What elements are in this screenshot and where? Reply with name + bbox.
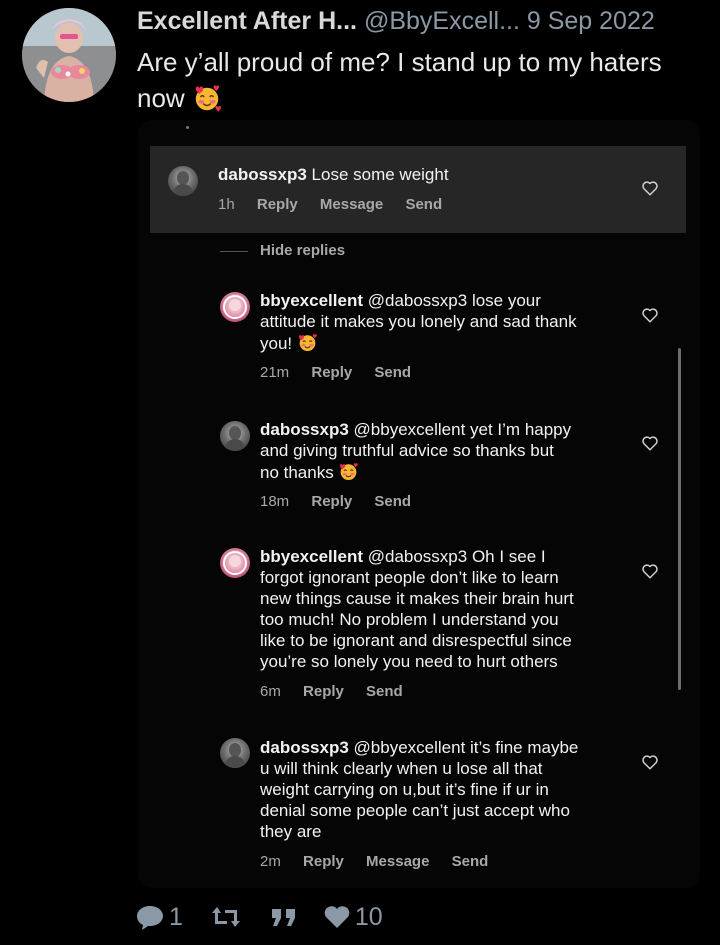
reply-time: 2m bbox=[260, 853, 281, 870]
divider-line bbox=[220, 251, 248, 252]
reply-icon bbox=[137, 906, 163, 930]
tweet-header: Excellent After H... @BbyExcell... 9 Sep… bbox=[137, 6, 710, 36]
heart-icon bbox=[324, 906, 350, 928]
comment-text: dabossxp3 Lose some weight bbox=[218, 164, 618, 185]
heart-icon[interactable] bbox=[641, 753, 659, 771]
smiling-face-with-hearts-icon bbox=[192, 83, 222, 113]
heart-icon[interactable] bbox=[641, 306, 659, 324]
tweet-avatar[interactable] bbox=[22, 8, 116, 102]
reply-action[interactable]: 1 bbox=[135, 903, 183, 932]
reply-line: you! bbox=[260, 334, 293, 353]
display-name[interactable]: Excellent After H... bbox=[137, 7, 357, 35]
reply-count: 1 bbox=[169, 902, 183, 931]
reply-time: 21m bbox=[260, 364, 290, 381]
reply-line: they are bbox=[260, 822, 322, 841]
reply-text: dabossxp3 @bbyexcellent it’s fine maybe … bbox=[260, 737, 670, 842]
reply-line: new things cause it makes their brain hu… bbox=[260, 589, 574, 608]
reply-time: 18m bbox=[260, 493, 290, 510]
message-button[interactable]: Message bbox=[320, 196, 383, 213]
reply-line: @dabossxp3 lose your bbox=[367, 291, 541, 310]
heart-icon[interactable] bbox=[641, 179, 659, 197]
heart-icon[interactable] bbox=[641, 434, 659, 452]
reply-username[interactable]: dabossxp3 bbox=[260, 738, 349, 757]
send-button[interactable]: Send bbox=[452, 853, 489, 870]
tweet-date[interactable]: 9 Sep 2022 bbox=[527, 7, 655, 35]
reply-username[interactable]: bbyexcellent bbox=[260, 291, 363, 310]
reply-text: bbyexcellent @dabossxp3 lose your attitu… bbox=[260, 290, 660, 354]
smiling-face-with-hearts-icon bbox=[297, 332, 318, 353]
retweet-action[interactable] bbox=[211, 904, 241, 930]
comment-highlight: dabossxp3 Lose some weight 1h Reply Mess… bbox=[150, 146, 686, 233]
reply-avatar[interactable] bbox=[220, 292, 250, 322]
smiling-face-with-hearts-icon bbox=[338, 461, 359, 482]
reply-line: u will think clearly when u lose all tha… bbox=[260, 759, 543, 778]
reply-line: and giving truthful advice so thanks but bbox=[260, 441, 554, 460]
reply-line: denial some people can’t just accept who bbox=[260, 801, 570, 820]
reply-button[interactable]: Reply bbox=[303, 683, 344, 700]
reply-line: attitude it makes you lonely and sad tha… bbox=[260, 312, 577, 331]
reply-meta: 6m Reply Send bbox=[260, 683, 421, 701]
like-action[interactable]: 10 bbox=[323, 903, 383, 932]
tweet-action-bar: 1 10 bbox=[135, 900, 383, 934]
reply-avatar[interactable] bbox=[220, 548, 250, 578]
message-button[interactable]: Message bbox=[366, 853, 429, 870]
user-handle[interactable]: @BbyExcell... bbox=[364, 7, 520, 35]
quote-icon bbox=[271, 909, 295, 926]
reply-line: @bbyexcellent it’s fine maybe bbox=[353, 738, 579, 757]
like-count: 10 bbox=[354, 902, 383, 931]
quote-action[interactable] bbox=[269, 905, 299, 929]
reply-line: like to be ignorant and disrespectful si… bbox=[260, 631, 572, 650]
scrollbar[interactable] bbox=[678, 348, 681, 690]
reply-username[interactable]: dabossxp3 bbox=[260, 420, 349, 439]
reply-meta: 2m Reply Message Send bbox=[260, 853, 506, 871]
reply-line: too much! No problem I understand you bbox=[260, 610, 559, 629]
reply-button[interactable]: Reply bbox=[303, 853, 344, 870]
embedded-screenshot[interactable]: dabossxp3 Lose some weight 1h Reply Mess… bbox=[138, 120, 700, 888]
comment-body: Lose some weight bbox=[311, 165, 449, 184]
top-dot bbox=[186, 126, 189, 129]
reply-meta: 18m Reply Send bbox=[260, 493, 429, 511]
reply-avatar[interactable] bbox=[220, 421, 250, 451]
reply-line: no thanks bbox=[260, 463, 334, 482]
reply-text: dabossxp3 @bbyexcellent yet I’m happy an… bbox=[260, 419, 660, 483]
comment-username[interactable]: dabossxp3 bbox=[218, 165, 307, 184]
reply-username[interactable]: bbyexcellent bbox=[260, 547, 363, 566]
hide-replies-button[interactable]: Hide replies bbox=[260, 242, 345, 259]
reply-meta: 21m Reply Send bbox=[260, 364, 429, 382]
reply-line: you’re so lonely you need to hurt others bbox=[260, 652, 558, 671]
reply-avatar[interactable] bbox=[220, 738, 250, 768]
reply-button[interactable]: Reply bbox=[311, 493, 352, 510]
reply-line: @bbyexcellent yet I’m happy bbox=[353, 420, 572, 439]
heart-icon[interactable] bbox=[641, 562, 659, 580]
reply-line: weight carrying on u,but it’s fine if ur… bbox=[260, 780, 549, 799]
reply-button[interactable]: Reply bbox=[311, 364, 352, 381]
reply-button[interactable]: Reply bbox=[257, 196, 298, 213]
commenter-avatar[interactable] bbox=[168, 166, 198, 196]
comment-time: 1h bbox=[218, 196, 235, 213]
reply-line: @dabossxp3 Oh I see I bbox=[367, 547, 546, 566]
reply-line: forgot ignorant people don’t like to lea… bbox=[260, 568, 559, 587]
send-button[interactable]: Send bbox=[366, 683, 403, 700]
send-button[interactable]: Send bbox=[374, 493, 411, 510]
send-button[interactable]: Send bbox=[405, 196, 442, 213]
send-button[interactable]: Send bbox=[374, 364, 411, 381]
tweet-text: Are y’all proud of me? I stand up to my … bbox=[137, 44, 712, 116]
comment-meta: 1h Reply Message Send bbox=[218, 196, 460, 214]
reply-time: 6m bbox=[260, 683, 281, 700]
retweet-icon bbox=[211, 907, 240, 927]
reply-text: bbyexcellent @dabossxp3 Oh I see I forgo… bbox=[260, 546, 670, 672]
